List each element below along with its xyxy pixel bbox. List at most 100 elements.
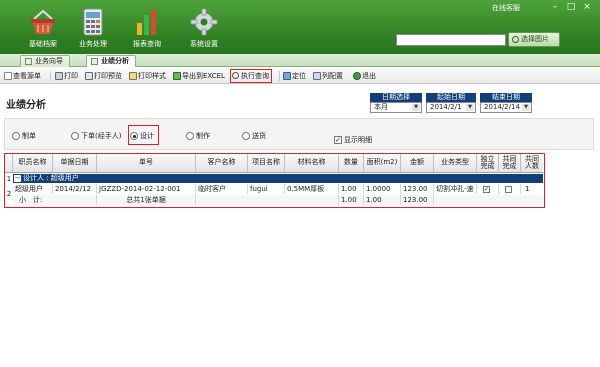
checkmark-icon: ✓: [334, 136, 342, 144]
radio-dot: [242, 132, 250, 140]
print-style-button[interactable]: 打印样式: [128, 70, 166, 82]
toolbar-divider: [279, 71, 280, 81]
start-date-value: 2014/2/1: [430, 103, 462, 111]
column-header[interactable]: 客户名称: [196, 154, 248, 173]
radio-label: 制单: [22, 132, 36, 140]
collapse-icon[interactable]: −: [14, 175, 21, 182]
summary-area: 1.00: [364, 195, 401, 205]
cell-project: fugui: [248, 184, 285, 194]
summary-blank: [196, 195, 339, 205]
view-docs-button[interactable]: 查看源单: [3, 70, 41, 82]
nav-label: 报表查询: [133, 40, 161, 48]
tab-strip: 业务向导 业绩分析: [0, 54, 600, 67]
pencil-icon: [129, 72, 137, 80]
toolbar-label: 定位: [292, 72, 306, 80]
row-number: 2: [6, 190, 12, 198]
show-detail-checkbox[interactable]: ✓ 显示明细: [334, 135, 372, 145]
column-header[interactable]: 独立 完成: [477, 154, 499, 173]
execute-query-button[interactable]: 执行查询: [230, 69, 272, 83]
excel-icon: [173, 72, 181, 80]
tab-performance-analysis[interactable]: 业绩分析: [86, 55, 136, 67]
column-header[interactable]: 单据日期: [53, 154, 97, 173]
document-icon: [4, 72, 12, 80]
bar-chart-icon: [132, 7, 162, 37]
column-header[interactable]: 面积(m2): [364, 154, 401, 173]
nav-business[interactable]: 业务处理: [64, 3, 122, 53]
cell-doc-no: JGZZD-2014-02-12-001: [97, 184, 196, 194]
column-header[interactable]: 共同 人数: [521, 154, 543, 173]
nav-settings[interactable]: 系统设置: [175, 3, 233, 53]
radio-dot: [71, 132, 79, 140]
radio-label: 送货: [252, 132, 266, 140]
search-icon: [512, 36, 519, 43]
summary-qty: 1.00: [339, 195, 364, 205]
column-header[interactable]: 项目名称: [248, 154, 285, 173]
cell-employee: 超级用户: [13, 184, 53, 194]
radio-production[interactable]: 制作: [186, 131, 210, 141]
print-preview-button[interactable]: 打印预览: [84, 70, 122, 82]
toolbar-label: 列配置: [322, 72, 343, 80]
select-image-button[interactable]: 选择图片: [508, 32, 560, 47]
date-select-dropdown[interactable]: 本月 ▼: [370, 102, 422, 113]
column-header[interactable]: 数量: [339, 154, 364, 173]
cell-area: 1.0000: [364, 184, 401, 194]
search-input[interactable]: [396, 34, 506, 46]
toolbar-label: 打印样式: [138, 72, 166, 80]
nav-label: 系统设置: [190, 40, 218, 48]
summary-amount: 123.00: [401, 195, 434, 205]
column-header[interactable]: 材料名称: [285, 154, 339, 173]
column-header[interactable]: 共同 完成: [499, 154, 521, 173]
radio-order-maker[interactable]: 制单: [12, 131, 36, 141]
cell-material: 0.5MM厚板: [285, 184, 339, 194]
chevron-down-icon: ▼: [412, 104, 420, 111]
summary-doc-count: 总共1张单据: [97, 195, 196, 205]
locate-button[interactable]: 定位: [282, 70, 306, 82]
cell-biz-type: 切割冲孔-速: [434, 184, 477, 194]
tab-label: 业务向导: [35, 57, 63, 65]
column-config-button[interactable]: 列配置: [312, 70, 343, 82]
tab-business-guide[interactable]: 业务向导: [20, 55, 70, 67]
export-excel-button[interactable]: 导出到EXCEL: [172, 70, 225, 82]
cell-joint-count: 1: [525, 185, 530, 193]
toolbar: 查看源单 打印 打印预览 打印样式 导出到EXCEL 执行查询 定位 列配置 退…: [0, 68, 600, 84]
cell-customer: 临时客户: [196, 184, 248, 194]
start-date-picker[interactable]: 2014/2/1 ▼: [426, 102, 476, 113]
printer-icon: [55, 72, 63, 80]
row-number: 1: [6, 175, 12, 183]
close-button[interactable]: ×: [580, 1, 594, 13]
cell-independent: ✓: [477, 184, 499, 194]
calculator-icon: [78, 7, 108, 37]
print-button[interactable]: 打印: [54, 70, 78, 82]
column-header[interactable]: 业务类型: [434, 154, 477, 173]
toolbar-label: 查看源单: [13, 72, 41, 80]
cell-amount: 123.00: [401, 184, 434, 194]
guide-icon: [25, 58, 32, 65]
checkbox-label: 显示明细: [344, 136, 372, 144]
radio-dot: [186, 132, 194, 140]
radio-delivery[interactable]: 送货: [242, 131, 266, 141]
column-header[interactable]: 金额: [401, 154, 434, 173]
start-date-header: 起始日期: [426, 93, 476, 102]
exit-button[interactable]: 退出: [352, 70, 376, 82]
checkbox-empty-icon[interactable]: [505, 186, 512, 193]
summary-label: 小 计:: [13, 195, 97, 205]
minimize-button[interactable]: –: [548, 1, 562, 13]
row-indicator-header: [5, 154, 13, 173]
gear-icon: [189, 7, 219, 37]
checkmark-icon[interactable]: ✓: [483, 186, 490, 193]
column-header[interactable]: 单号: [97, 154, 196, 173]
maximize-button[interactable]: □: [564, 1, 578, 13]
end-date-header: 结束日期: [480, 93, 532, 102]
group-row[interactable]: − 设计人 : 超级用户: [13, 174, 543, 183]
print-preview-icon: [85, 72, 93, 80]
toolbar-label: 执行查询: [241, 72, 269, 80]
column-header[interactable]: 职员名称: [13, 154, 53, 173]
toolbar-divider: [50, 71, 51, 81]
columns-icon: [313, 72, 321, 80]
online-service-link[interactable]: 在线客服: [492, 3, 520, 13]
radio-handler[interactable]: 下单(经手人): [71, 131, 121, 141]
nav-reports[interactable]: 报表查询: [118, 3, 176, 53]
page-title: 业绩分析: [6, 100, 46, 111]
cell-joint: [499, 184, 521, 194]
end-date-picker[interactable]: 2014/2/14 ▼: [480, 102, 532, 113]
